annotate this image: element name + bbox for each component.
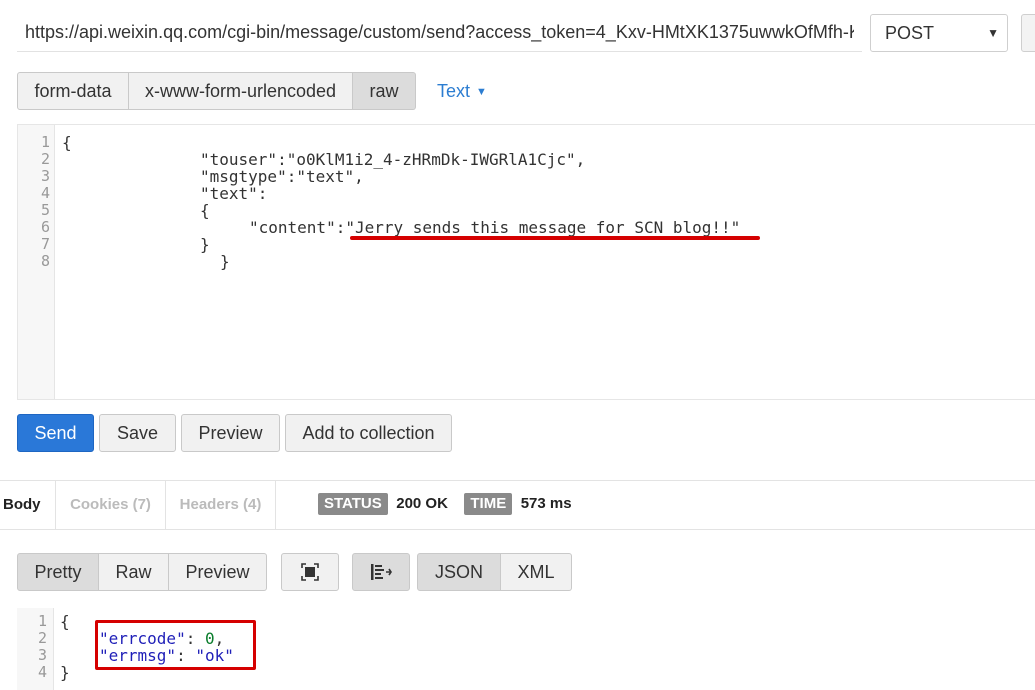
content-type-label: Text [437, 81, 471, 101]
status-info: STATUS 200 OK TIME 573 ms [318, 493, 572, 515]
wrap-lines-icon [371, 564, 392, 580]
line-number: 6 [40, 218, 50, 236]
line-number: 7 [40, 235, 50, 253]
method-value: POST [885, 23, 935, 43]
pretty-tab[interactable]: Pretty [17, 553, 99, 591]
time-value: 573 ms [520, 495, 572, 512]
response-open-brace: { [60, 612, 70, 631]
view-mode-group: Pretty Raw Preview [17, 553, 267, 591]
line-number: 5 [40, 201, 50, 219]
send-options-button[interactable] [1021, 14, 1035, 52]
raw-view-tab[interactable]: Raw [99, 553, 169, 591]
json-tab[interactable]: JSON [417, 553, 501, 591]
code-line: } [220, 252, 230, 271]
line-number: 2 [37, 629, 47, 647]
format-group: JSON XML [417, 553, 572, 591]
method-select[interactable]: POST ▼ [870, 14, 1008, 52]
line-number: 3 [37, 646, 47, 664]
code-line: "touser":"o0KlM1i2_4-zHRmDk-IWGRlA1Cjc", [200, 150, 586, 169]
highlight-underline [350, 236, 760, 240]
caret-down-icon: ▼ [476, 86, 487, 98]
body-mode-group: form-data x-www-form-urlencoded raw [17, 72, 416, 110]
preview-button[interactable]: Preview [181, 414, 280, 452]
fullscreen-icon [301, 563, 319, 581]
status-badge: STATUS [318, 493, 388, 515]
tab-body[interactable]: Body [0, 480, 56, 530]
wrap-lines-button[interactable] [352, 553, 410, 591]
raw-tab[interactable]: raw [353, 72, 416, 110]
chevron-down-icon: ▼ [987, 26, 999, 40]
xml-tab[interactable]: XML [501, 553, 572, 591]
line-number: 3 [40, 167, 50, 185]
code-line: "content":"Jerry sends this message for … [249, 218, 741, 237]
time-badge: TIME [464, 493, 513, 515]
code-line: { [62, 133, 72, 152]
url-input[interactable] [17, 14, 862, 52]
line-number: 1 [37, 612, 47, 630]
form-data-tab[interactable]: form-data [17, 72, 129, 110]
line-number: 4 [40, 184, 50, 202]
code-line: "msgtype":"text", [200, 167, 364, 186]
line-number: 4 [37, 663, 47, 681]
tab-cookies[interactable]: Cookies (7) [56, 480, 166, 530]
fullscreen-button[interactable] [281, 553, 339, 591]
urlencoded-tab[interactable]: x-www-form-urlencoded [129, 72, 353, 110]
line-number: 1 [40, 133, 50, 151]
highlight-box [95, 620, 256, 670]
request-body-editor[interactable]: 1 2 3 4 5 6 7 8 { "touser":"o0KlM1i2_4-z… [17, 124, 1035, 400]
line-number: 8 [40, 252, 50, 270]
line-gutter: 1 2 3 4 5 6 7 8 [18, 125, 55, 399]
code-line: } [200, 235, 210, 254]
response-close-brace: } [60, 663, 70, 682]
code-line: "text": [200, 184, 268, 203]
save-button[interactable]: Save [99, 414, 176, 452]
status-value: 200 OK [396, 495, 448, 512]
send-button[interactable]: Send [17, 414, 94, 452]
preview-view-tab[interactable]: Preview [169, 553, 267, 591]
line-number: 2 [40, 150, 50, 168]
add-to-collection-button[interactable]: Add to collection [285, 414, 452, 452]
tab-headers[interactable]: Headers (4) [166, 480, 276, 530]
content-type-dropdown[interactable]: Text ▼ [437, 81, 487, 102]
code-line: { [200, 201, 210, 220]
